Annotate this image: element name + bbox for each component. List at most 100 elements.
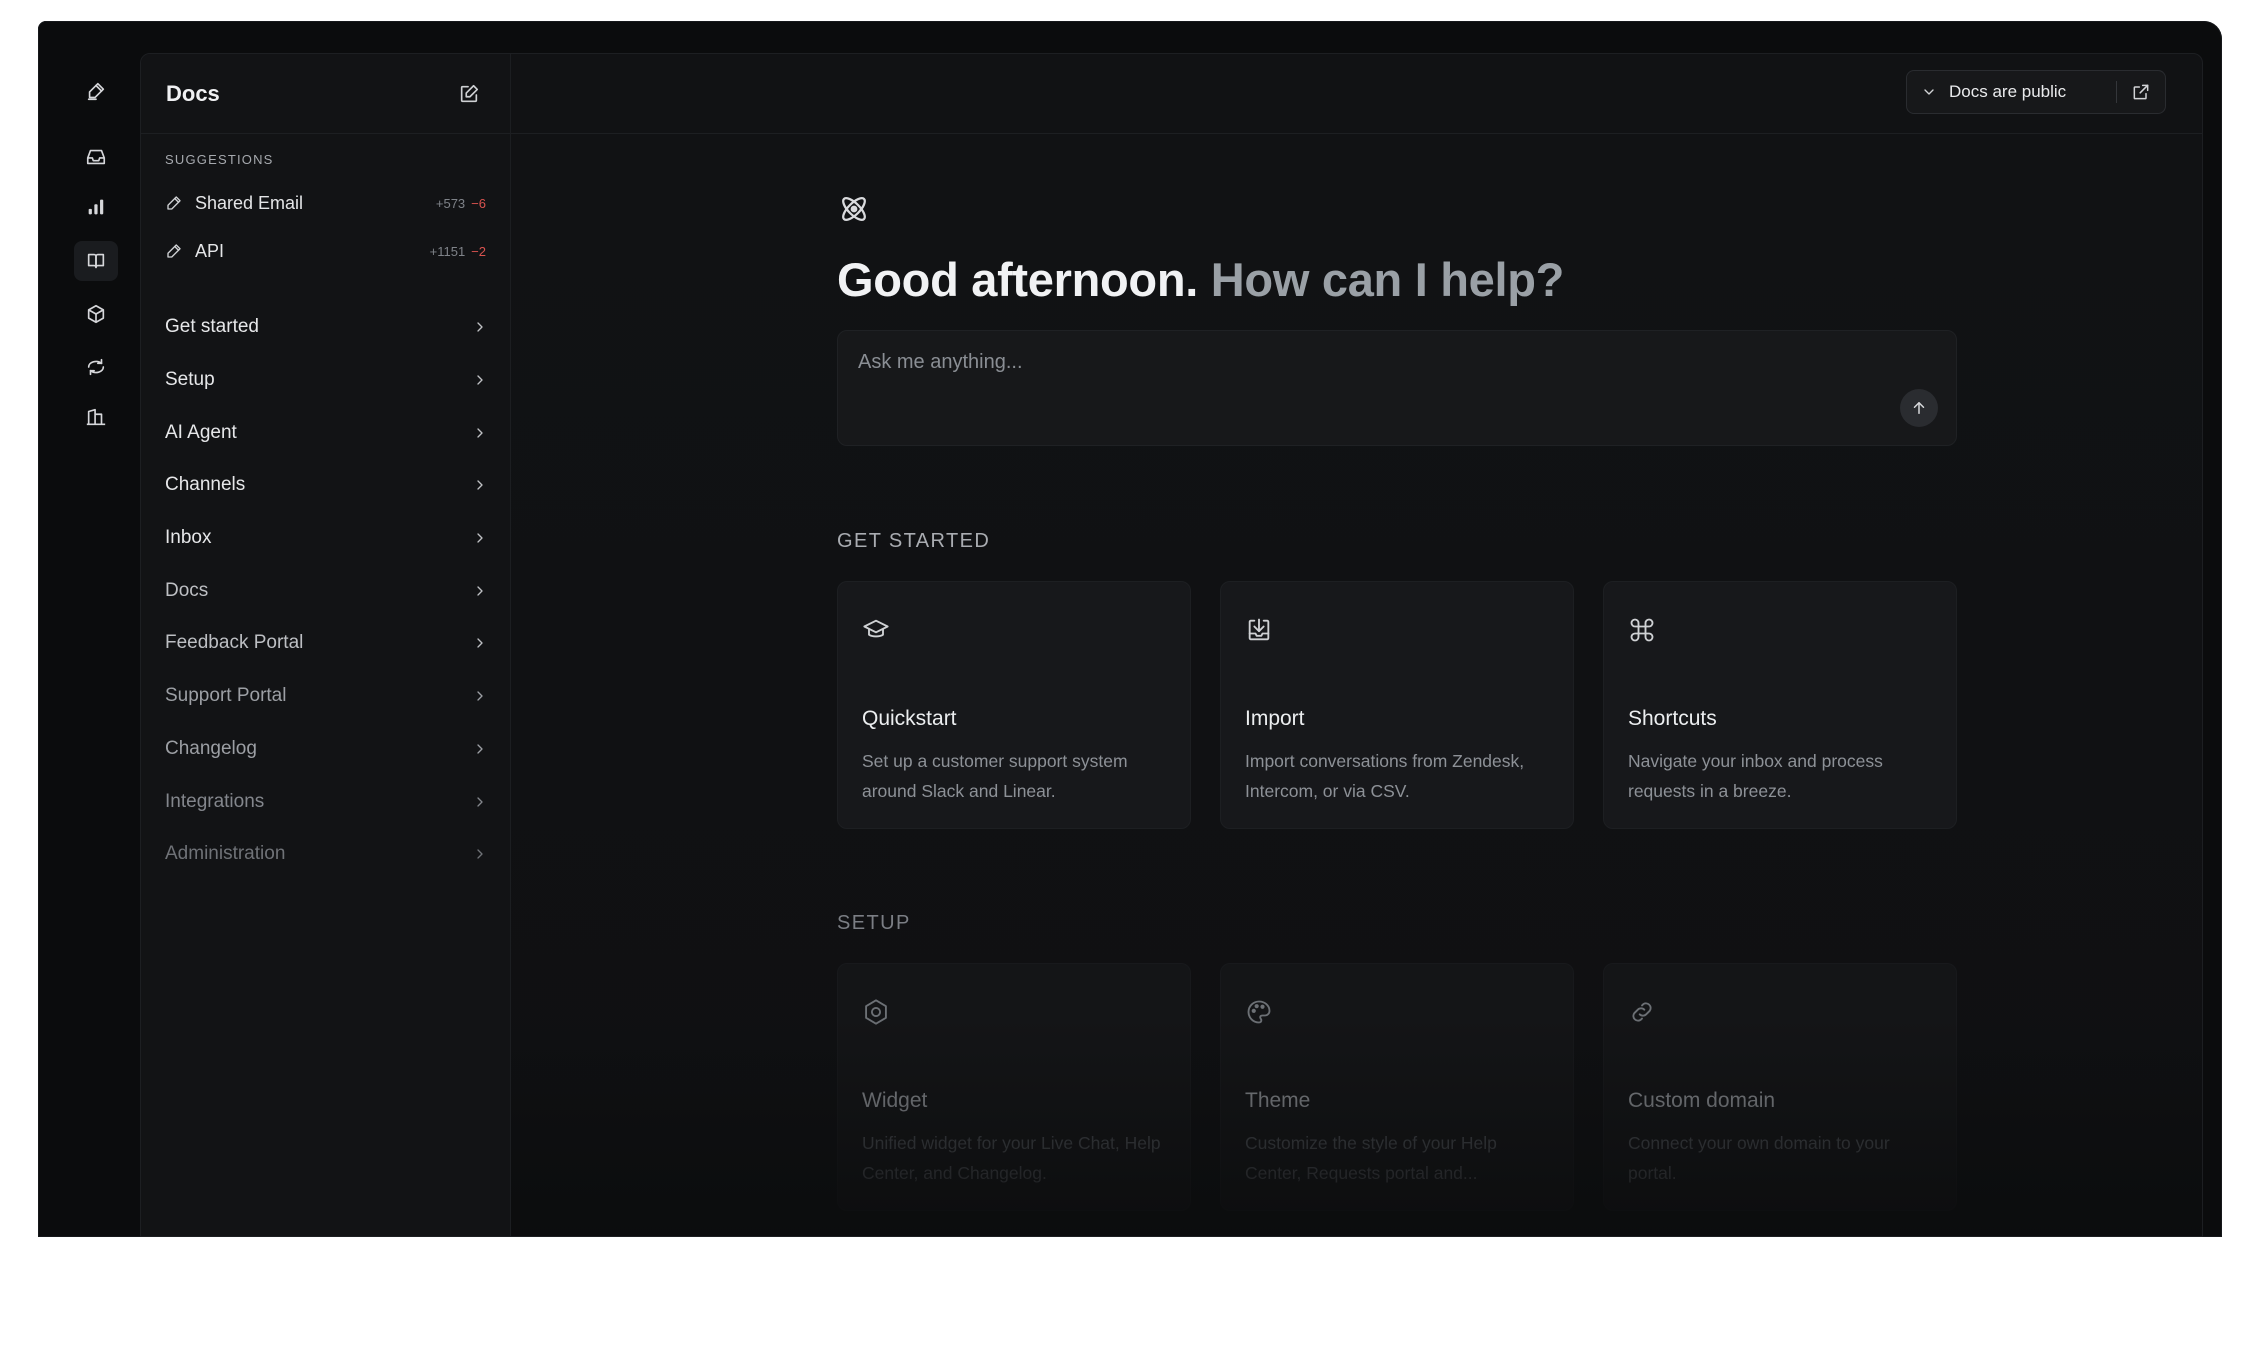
nav-item-docs[interactable]: Docs	[165, 564, 488, 617]
card-title: Shortcuts	[1628, 707, 1717, 730]
additions-count: +573	[435, 195, 466, 211]
nav-label: Docs	[165, 579, 209, 601]
card-widget[interactable]: Widget Unified widget for your Live Chat…	[837, 963, 1191, 1211]
card-import[interactable]: Import Import conversations from Zendesk…	[1220, 581, 1574, 829]
nav-label: Changelog	[165, 737, 257, 759]
card-description: Unified widget for your Live Chat, Help …	[862, 1133, 1161, 1183]
app-frame: Docs are public Docs SUGGESTIONS Shared …	[38, 21, 2222, 1237]
card-title: Widget	[862, 1089, 928, 1112]
chevron-right-icon	[477, 796, 483, 807]
compose-rail-button[interactable]	[74, 71, 118, 111]
card-title: Import	[1245, 707, 1305, 730]
widget-icon	[865, 999, 887, 1025]
nav-item-ai-agent[interactable]: AI Agent	[165, 406, 488, 459]
external-link-icon[interactable]	[2131, 82, 2151, 102]
get-started-label: GET STARTED	[837, 530, 991, 552]
pencil-icon	[167, 244, 181, 258]
card-description: Set up a customer support system around …	[862, 751, 1128, 801]
chevron-right-icon	[477, 533, 483, 543]
cube-icon	[87, 304, 105, 324]
card-title: Quickstart	[862, 707, 957, 730]
suggestions-section: SUGGESTIONS Shared Email +573 −6 API +11…	[141, 134, 510, 275]
left-rail	[38, 21, 140, 1237]
companies-rail-button[interactable]	[74, 397, 118, 437]
suggestions-label: SUGGESTIONS	[165, 152, 274, 167]
nav-item-support-portal[interactable]: Support Portal	[165, 670, 488, 723]
get-started-cards: Quickstart Set up a customer support sys…	[837, 581, 1957, 829]
nav-label: AI Agent	[165, 421, 237, 443]
graduation-cap-icon	[863, 619, 889, 638]
sidebar-header: Docs	[141, 54, 510, 134]
nav-item-feedback-portal[interactable]: Feedback Portal	[165, 617, 488, 670]
suggestion-item[interactable]: Shared Email +573 −6	[163, 179, 488, 227]
book-icon	[87, 253, 105, 269]
ask-box	[837, 330, 1957, 446]
nav-item-setup[interactable]: Setup	[165, 354, 488, 407]
chevron-right-icon	[477, 322, 483, 333]
setup-cards: Widget Unified widget for your Live Chat…	[837, 963, 1957, 1211]
import-icon	[1248, 618, 1270, 641]
nav-item-inbox[interactable]: Inbox	[165, 512, 488, 565]
bar-chart-icon	[88, 199, 104, 215]
products-rail-button[interactable]	[74, 294, 118, 334]
link-icon	[1632, 1002, 1652, 1022]
nav-label: Get started	[165, 316, 259, 338]
chevron-right-icon	[477, 849, 483, 859]
pencil-icon	[167, 196, 181, 210]
inbox-rail-button[interactable]	[74, 137, 118, 177]
card-theme[interactable]: Theme Customize the style of your Help C…	[1220, 963, 1574, 1211]
sidebar-title: Docs	[166, 80, 220, 106]
atom-icon	[842, 197, 866, 221]
additions-count: +1151	[429, 243, 466, 259]
edit-square-icon	[460, 84, 479, 102]
suggestion-item[interactable]: API +1151 −2	[163, 227, 488, 275]
docs-rail-button[interactable]	[74, 241, 118, 281]
command-icon	[1630, 618, 1654, 642]
card-description: Customize the style of your Help Center,…	[1245, 1133, 1497, 1183]
ask-input[interactable]	[856, 347, 1756, 377]
new-doc-button[interactable]	[452, 77, 486, 111]
analytics-rail-button[interactable]	[74, 187, 118, 227]
nav-label: Setup	[165, 369, 215, 391]
docs-visibility-dropdown[interactable]: Docs are public	[1906, 70, 2166, 114]
nav-item-channels[interactable]: Channels	[165, 459, 488, 512]
nav-label: Administration	[165, 843, 286, 865]
card-description: Import conversations from Zendesk, Inter…	[1245, 751, 1525, 801]
divider	[2116, 81, 2117, 103]
chevron-right-icon	[477, 744, 483, 754]
greeting-primary: Good afternoon.	[837, 253, 1199, 306]
nav-label: Integrations	[165, 790, 265, 812]
building-icon	[86, 408, 106, 426]
card-quickstart[interactable]: Quickstart Set up a customer support sys…	[837, 581, 1191, 829]
card-shortcuts[interactable]: Shortcuts Navigate your inbox and proces…	[1603, 581, 1957, 829]
inbox-icon	[86, 149, 106, 165]
nav-item-administration[interactable]: Administration	[165, 828, 488, 881]
card-title: Theme	[1245, 1089, 1311, 1112]
chevron-right-icon	[477, 691, 483, 701]
refresh-icon	[87, 358, 105, 376]
nav-item-get-started[interactable]: Get started	[165, 301, 488, 354]
card-title: Custom domain	[1628, 1089, 1776, 1112]
greeting-heading: Good afternoon. How can I help?	[837, 252, 1564, 307]
setup-label: SETUP	[837, 912, 911, 934]
sync-rail-button[interactable]	[74, 347, 118, 387]
send-button[interactable]	[1900, 389, 1938, 427]
nav-label: Inbox	[165, 527, 212, 549]
chevron-right-icon	[477, 375, 483, 385]
chevron-right-icon	[477, 638, 483, 649]
deletions-count: −6	[471, 195, 486, 211]
docs-window: Docs are public Docs SUGGESTIONS Shared …	[140, 53, 2203, 1237]
chevron-right-icon	[477, 586, 483, 596]
docs-sidebar: Docs SUGGESTIONS Shared Email +573 −6 AP…	[141, 54, 511, 1236]
nav-label: Support Portal	[165, 685, 287, 707]
pen-sign-icon	[87, 82, 105, 101]
deletions-count: −2	[471, 243, 486, 259]
chevron-right-icon	[477, 428, 483, 438]
suggestion-label: API	[195, 240, 225, 261]
nav-item-integrations[interactable]: Integrations	[165, 775, 488, 828]
nav-label: Channels	[165, 474, 246, 496]
card-custom-domain[interactable]: Custom domain Connect your own domain to…	[1603, 963, 1957, 1211]
nav-item-changelog[interactable]: Changelog	[165, 723, 488, 776]
palette-icon	[1247, 1000, 1271, 1024]
chevron-down-icon	[1924, 89, 1934, 95]
